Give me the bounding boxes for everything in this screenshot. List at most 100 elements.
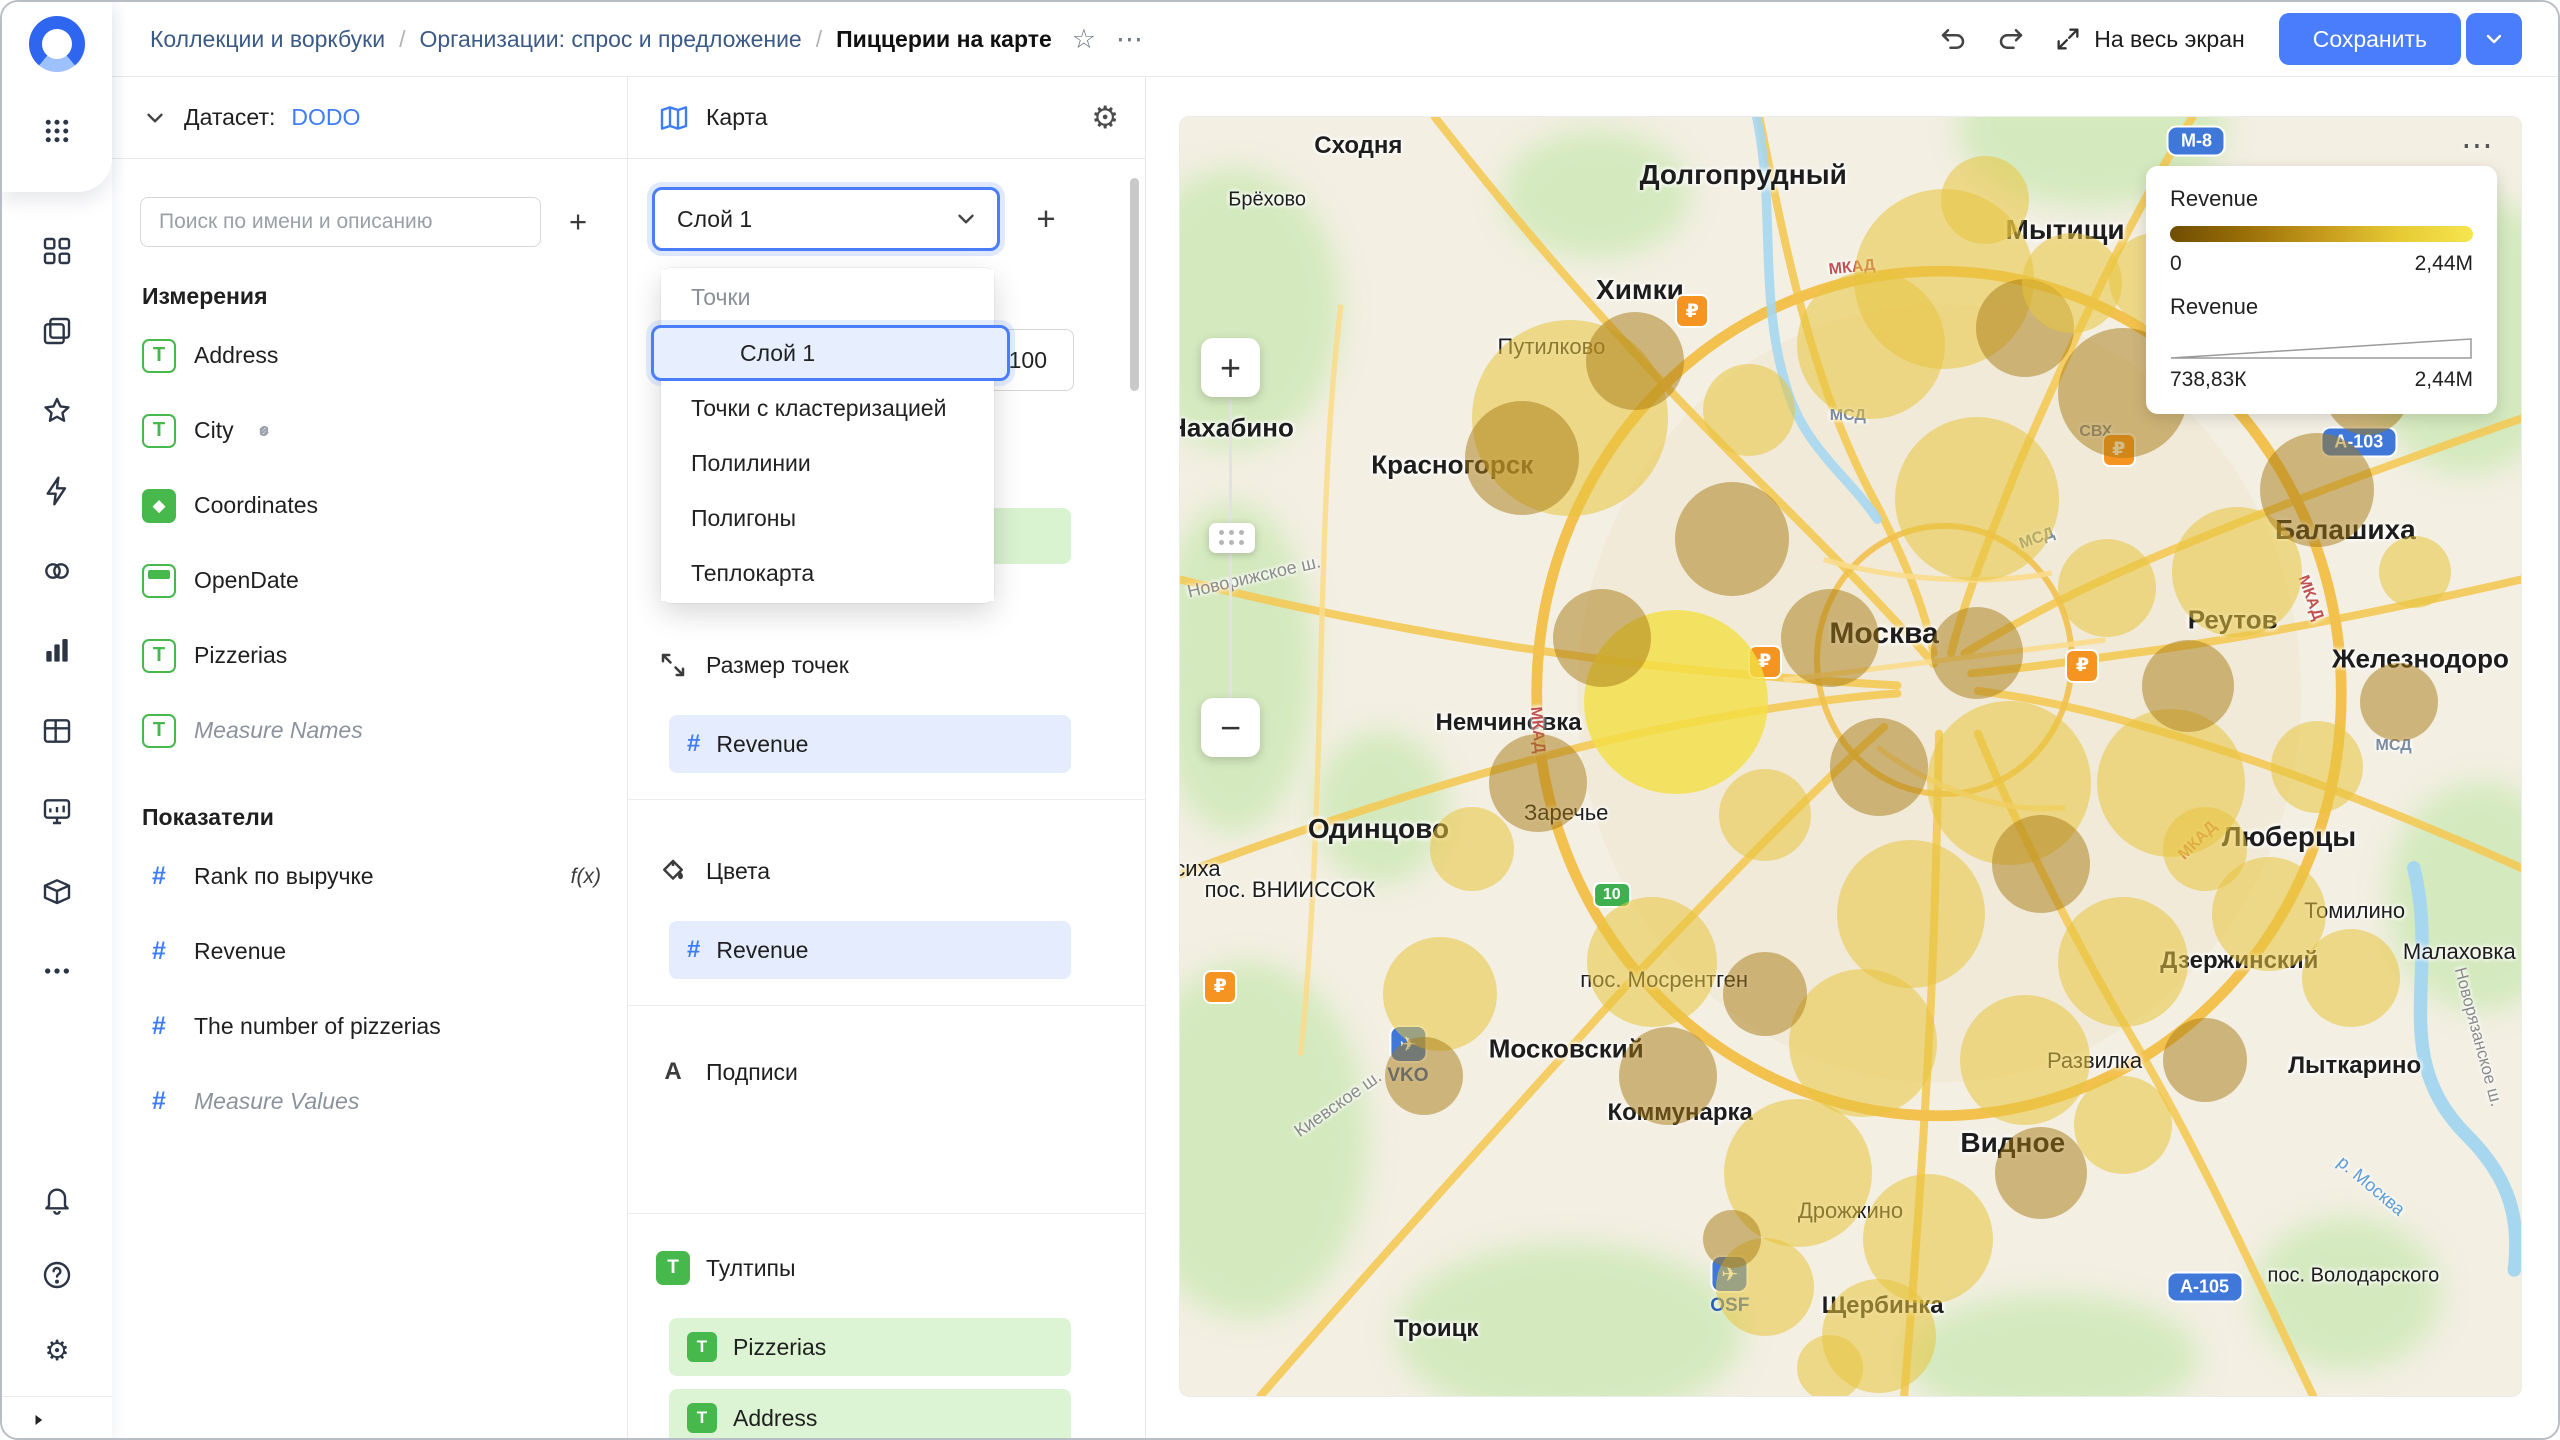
zoom-out-button[interactable]: − bbox=[1201, 698, 1260, 757]
map-bubble[interactable] bbox=[1829, 717, 1928, 816]
redo-icon[interactable] bbox=[1996, 24, 2026, 54]
map-bubble[interactable] bbox=[1675, 482, 1790, 597]
map-bubble[interactable] bbox=[1587, 897, 1718, 1028]
map-bubble[interactable] bbox=[2271, 720, 2364, 813]
breadcrumb-workbook[interactable]: Организации: спрос и предложение bbox=[419, 26, 801, 53]
layer-type-option[interactable]: Полилинии bbox=[661, 436, 994, 491]
map-bubble[interactable] bbox=[2057, 538, 2156, 637]
layer-select[interactable]: Слой 1 bbox=[652, 187, 1000, 251]
map-more-icon[interactable]: ⋯ bbox=[2461, 129, 2493, 161]
rail-expand-button[interactable] bbox=[2, 1396, 112, 1438]
map-bubble[interactable] bbox=[1619, 1027, 1718, 1126]
more-actions-icon[interactable]: ⋯ bbox=[1116, 25, 1143, 53]
favorite-star-icon[interactable]: ☆ bbox=[1072, 25, 1096, 53]
map-bubble[interactable] bbox=[1797, 1334, 1864, 1396]
map-bubble[interactable] bbox=[1959, 994, 2090, 1125]
relations-icon[interactable] bbox=[38, 552, 76, 590]
field-label: The number of pizzerias bbox=[194, 1013, 441, 1039]
settings-gear-icon[interactable]: ⚙ bbox=[38, 1332, 76, 1370]
map-bubble[interactable] bbox=[1430, 806, 1515, 891]
map-bubble[interactable] bbox=[1464, 401, 1579, 516]
config-scrollbar[interactable] bbox=[1130, 178, 1139, 391]
measure-field[interactable]: # The number of pizzerias bbox=[112, 989, 627, 1064]
map-bubble[interactable] bbox=[1553, 588, 1652, 687]
map-bubble[interactable] bbox=[1722, 952, 1807, 1037]
map-bubble[interactable] bbox=[1836, 839, 1985, 988]
zoom-in-button[interactable]: + bbox=[1201, 338, 1260, 397]
map-bubble[interactable] bbox=[2162, 806, 2247, 891]
favorites-star-icon[interactable] bbox=[38, 392, 76, 430]
dimension-field[interactable]: OpenDate bbox=[112, 543, 627, 618]
config-field-pill[interactable]: # Revenue bbox=[669, 715, 1071, 773]
map-bubble[interactable] bbox=[1703, 1209, 1762, 1268]
map-bubble[interactable] bbox=[1702, 363, 1795, 456]
dimension-field[interactable]: T Address bbox=[112, 318, 627, 393]
map-bubble[interactable] bbox=[2379, 536, 2452, 609]
map-bubble[interactable] bbox=[1585, 312, 1684, 411]
charts-icon[interactable] bbox=[38, 632, 76, 670]
add-field-button[interactable]: + bbox=[555, 199, 601, 245]
measure-field[interactable]: # Measure Values bbox=[112, 1064, 627, 1139]
map-bubble[interactable] bbox=[1383, 937, 1498, 1052]
widgets-icon[interactable] bbox=[38, 232, 76, 270]
map-bubble[interactable] bbox=[2301, 928, 2400, 1027]
config-field-pill[interactable]: # Revenue bbox=[669, 921, 1071, 979]
config-field-pill[interactable]: T Address bbox=[669, 1389, 1071, 1438]
fullscreen-button[interactable]: На весь экран bbox=[2054, 25, 2245, 53]
map-bubble[interactable] bbox=[1718, 769, 1811, 862]
apps-grid-icon[interactable] bbox=[38, 112, 76, 150]
help-icon[interactable] bbox=[38, 1256, 76, 1294]
map-bubble[interactable] bbox=[1930, 606, 2023, 699]
dataset-name-link[interactable]: DODO bbox=[291, 104, 360, 131]
map-bubble[interactable] bbox=[2260, 433, 2375, 548]
section-divider bbox=[628, 1213, 1145, 1214]
dimension-field[interactable]: T City bbox=[112, 393, 627, 468]
save-dropdown-button[interactable] bbox=[2466, 13, 2522, 65]
zoom-slider-handle[interactable] bbox=[1209, 523, 1255, 553]
dataset-header[interactable]: Датасет: DODO bbox=[112, 77, 627, 159]
map-bubble[interactable] bbox=[1781, 588, 1880, 687]
map-canvas[interactable]: СходняБрёховоДолгопрудныйМытищиХимкиПути… bbox=[1179, 116, 2522, 1397]
map-bubble[interactable] bbox=[2142, 640, 2235, 733]
quick-actions-icon[interactable] bbox=[38, 472, 76, 510]
chart-settings-gear-icon[interactable]: ⚙ bbox=[1091, 102, 1119, 133]
main-area: Датасет: DODO + Измерения T Address T City ◆… bbox=[112, 77, 2558, 1438]
map-bubble[interactable] bbox=[2359, 662, 2438, 741]
map-bubble[interactable] bbox=[1489, 734, 1588, 833]
measure-field[interactable]: # Revenue bbox=[112, 914, 627, 989]
breadcrumb-collections[interactable]: Коллекции и воркбуки bbox=[150, 26, 385, 53]
config-field-pill[interactable]: T Pizzerias bbox=[669, 1318, 1071, 1376]
map-bubble[interactable] bbox=[1385, 1037, 1464, 1116]
map-bubble[interactable] bbox=[1894, 417, 2059, 582]
map-bubble[interactable] bbox=[2073, 1075, 2172, 1174]
map-bubble[interactable] bbox=[2162, 1017, 2247, 1102]
undo-icon[interactable] bbox=[1938, 24, 1968, 54]
datasets-icon[interactable] bbox=[38, 712, 76, 750]
map-bubble[interactable] bbox=[1796, 270, 1945, 419]
notifications-bell-icon[interactable] bbox=[38, 1180, 76, 1218]
dimension-field[interactable]: ◆ Coordinates bbox=[112, 468, 627, 543]
rail-more-icon[interactable] bbox=[38, 952, 76, 990]
map-bubble[interactable] bbox=[1940, 156, 2029, 245]
map-bubble[interactable] bbox=[2057, 897, 2188, 1028]
storage-icon[interactable] bbox=[38, 872, 76, 910]
layer-type-option[interactable]: Точки bbox=[661, 270, 994, 325]
collections-icon[interactable] bbox=[38, 312, 76, 350]
layer-type-option[interactable]: Слой 1 bbox=[651, 325, 1010, 381]
dimension-field[interactable]: T Pizzerias bbox=[112, 618, 627, 693]
layer-type-option[interactable]: Полигоны bbox=[661, 491, 994, 546]
dashboards-icon[interactable] bbox=[38, 792, 76, 830]
map-bubble[interactable] bbox=[1788, 968, 1937, 1117]
map-bubble[interactable] bbox=[1994, 1127, 2087, 1220]
save-button[interactable]: Сохранить bbox=[2278, 13, 2461, 65]
field-search-input[interactable] bbox=[140, 197, 541, 247]
text-type-icon: T bbox=[142, 338, 176, 373]
dimension-field[interactable]: T Measure Names bbox=[112, 693, 627, 768]
layer-type-option[interactable]: Точки с кластеризацией bbox=[661, 381, 994, 436]
map-bubble[interactable] bbox=[1991, 814, 2090, 913]
datalens-logo-icon[interactable] bbox=[29, 16, 85, 72]
map-bubble[interactable] bbox=[2021, 233, 2122, 334]
layer-type-option[interactable]: Теплокарта bbox=[661, 546, 994, 601]
measure-field[interactable]: # Rank по выручке f(x) bbox=[112, 839, 627, 914]
add-layer-button[interactable]: + bbox=[1018, 191, 1074, 247]
